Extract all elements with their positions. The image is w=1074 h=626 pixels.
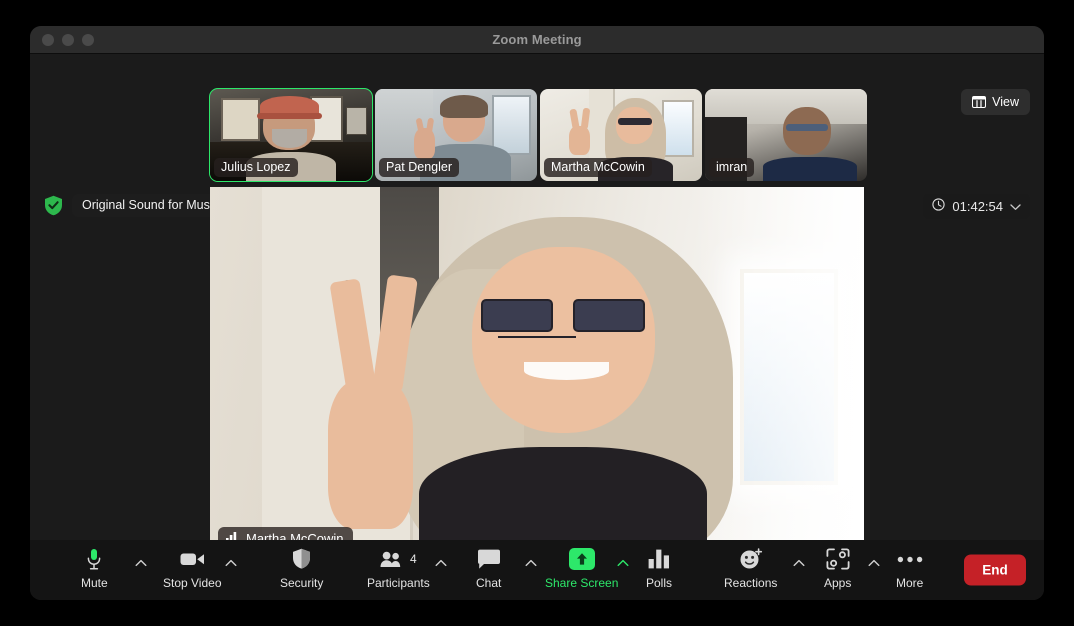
- view-button[interactable]: View: [961, 89, 1030, 115]
- shield-check-icon: [44, 195, 63, 216]
- chat-button[interactable]: Chat: [476, 547, 501, 590]
- microphone-icon: [86, 547, 102, 571]
- more-button[interactable]: More: [896, 547, 923, 590]
- participant-thumbnail-strip: Julius Lopez Pat Dengler Martha McCowin …: [209, 88, 867, 182]
- up-arrow-icon: [568, 547, 595, 571]
- security-label: Security: [280, 576, 324, 590]
- security-button[interactable]: Security: [280, 547, 323, 590]
- video-feed: [210, 187, 864, 559]
- meeting-body: Julius Lopez Pat Dengler Martha McCowin …: [30, 54, 1044, 600]
- video-options-caret[interactable]: [225, 554, 237, 572]
- window-title: Zoom Meeting: [492, 32, 582, 47]
- chevron-down-icon[interactable]: [1010, 199, 1021, 214]
- layout-grid-icon: [972, 96, 987, 108]
- meeting-toolbar: Mute Stop Video Security 4 Participants …: [30, 540, 1044, 600]
- bar-chart-icon: [648, 547, 670, 571]
- share-screen-label: Share Screen: [545, 576, 619, 590]
- participants-label: Participants: [367, 576, 430, 590]
- thumbnail-pat-dengler[interactable]: Pat Dengler: [375, 89, 537, 181]
- thumbnail-julius-lopez[interactable]: Julius Lopez: [209, 88, 373, 182]
- end-meeting-button[interactable]: End: [964, 554, 1026, 586]
- apps-bracket-icon: [826, 547, 850, 571]
- shield-icon: [292, 547, 311, 571]
- camera-icon: [180, 547, 205, 571]
- apps-button[interactable]: Apps: [824, 547, 851, 590]
- polls-label: Polls: [646, 576, 673, 590]
- ellipsis-icon: [897, 547, 923, 571]
- smiley-plus-icon: [739, 547, 763, 571]
- timer-value: 01:42:54: [952, 198, 1003, 214]
- share-screen-button[interactable]: Share Screen: [545, 547, 618, 590]
- polls-button[interactable]: Polls: [646, 547, 672, 590]
- people-icon: 4: [380, 547, 417, 571]
- view-button-label: View: [992, 95, 1019, 109]
- thumbnail-imran[interactable]: imran: [705, 89, 867, 181]
- chat-label: Chat: [476, 576, 502, 590]
- reactions-button[interactable]: Reactions: [724, 547, 777, 590]
- chat-options-caret[interactable]: [525, 554, 537, 572]
- thumbnail-name-label: Martha McCowin: [544, 158, 652, 177]
- window-titlebar: Zoom Meeting: [30, 26, 1044, 54]
- clock-icon: [932, 198, 946, 214]
- apps-label: Apps: [824, 576, 852, 590]
- more-label: More: [896, 576, 924, 590]
- speech-bubble-icon: [477, 547, 501, 571]
- thumbnail-name-label: imran: [709, 158, 755, 177]
- participants-options-caret[interactable]: [435, 554, 447, 572]
- zoom-window: Zoom Meeting Julius Lopez Pat Dengler Ma…: [30, 26, 1044, 600]
- mute-label: Mute: [81, 576, 108, 590]
- mute-options-caret[interactable]: [135, 554, 147, 572]
- thumbnail-martha-mccowin[interactable]: Martha McCowin: [540, 89, 702, 181]
- thumbnail-name-label: Pat Dengler: [379, 158, 460, 177]
- reactions-options-caret[interactable]: [793, 554, 805, 572]
- meeting-timer[interactable]: 01:42:54: [923, 194, 1030, 219]
- reactions-label: Reactions: [724, 576, 778, 590]
- apps-options-caret[interactable]: [868, 554, 880, 572]
- mute-button[interactable]: Mute: [81, 547, 108, 590]
- participants-count: 4: [410, 552, 417, 566]
- zoom-meeting-screen: Zoom Meeting Julius Lopez Pat Dengler Ma…: [0, 0, 1074, 626]
- stop-video-button[interactable]: Stop Video: [163, 547, 222, 590]
- stop-video-label: Stop Video: [163, 576, 222, 590]
- end-button-label: End: [982, 562, 1008, 578]
- share-options-caret[interactable]: [617, 554, 629, 572]
- active-speaker-video[interactable]: Martha McCowin: [210, 187, 864, 559]
- thumbnail-name-label: Julius Lopez: [214, 158, 298, 177]
- participants-button[interactable]: 4 Participants: [367, 547, 430, 590]
